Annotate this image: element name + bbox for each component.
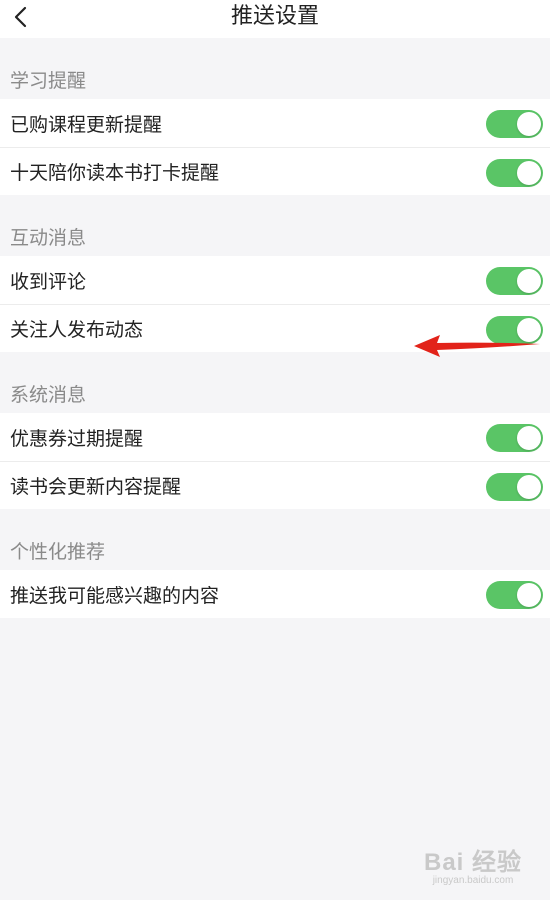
toggle-knob <box>517 475 541 499</box>
setting-row-interesting-content-push: 推送我可能感兴趣的内容 <box>0 570 550 618</box>
toggle-knob <box>517 112 541 136</box>
coupon-expiry-toggle[interactable] <box>486 424 543 452</box>
setting-row-coupon-expiry: 优惠券过期提醒 <box>0 413 550 461</box>
setting-label: 十天陪你读本书打卡提醒 <box>10 162 220 184</box>
setting-label: 推送我可能感兴趣的内容 <box>10 584 220 607</box>
book-club-update-toggle[interactable] <box>486 473 543 501</box>
toggle-knob <box>517 583 541 607</box>
section-header-personalized-recommendations: 个性化推荐 <box>10 541 106 563</box>
received-comments-toggle[interactable] <box>486 267 543 295</box>
section-header-study-reminders: 学习提醒 <box>10 70 87 92</box>
setting-row-purchased-course-update: 已购课程更新提醒 <box>0 99 550 147</box>
section-header-interaction-messages: 互动消息 <box>10 227 87 249</box>
setting-label: 已购课程更新提醒 <box>10 113 163 136</box>
settings-group-study-reminders: 已购课程更新提醒 十天陪你读本书打卡提醒 <box>0 99 550 195</box>
followed-user-posts-toggle[interactable] <box>486 316 543 344</box>
watermark-url-text: jingyan.baidu.com <box>432 875 514 886</box>
setting-row-book-club-update: 读书会更新内容提醒 <box>0 461 550 509</box>
settings-group-personalized-recommendations: 推送我可能感兴趣的内容 <box>0 570 550 618</box>
toggle-knob <box>517 426 541 450</box>
purchased-course-update-toggle[interactable] <box>486 110 543 138</box>
toggle-knob <box>517 161 541 185</box>
setting-label: 关注人发布动态 <box>10 319 144 341</box>
setting-label: 优惠券过期提醒 <box>10 427 144 450</box>
setting-label: 读书会更新内容提醒 <box>10 476 182 498</box>
setting-row-followed-user-posts: 关注人发布动态 <box>0 304 550 352</box>
watermark-logo-text: Bai 经验 <box>423 849 522 876</box>
ten-day-reading-checkin-toggle[interactable] <box>486 159 543 187</box>
setting-label: 收到评论 <box>10 270 87 293</box>
setting-row-ten-day-reading-checkin: 十天陪你读本书打卡提醒 <box>0 147 550 195</box>
interesting-content-push-toggle[interactable] <box>486 581 543 609</box>
page-title: 推送设置 <box>230 4 319 29</box>
settings-group-interaction-messages: 收到评论 关注人发布动态 <box>0 256 550 352</box>
setting-row-received-comments: 收到评论 <box>0 256 550 304</box>
settings-group-system-messages: 优惠券过期提醒 读书会更新内容提醒 <box>0 413 550 509</box>
baidu-jingyan-watermark: Bai 经验 jingyan.baidu.com <box>424 842 522 886</box>
navigation-bar: 推送设置 <box>0 0 550 38</box>
toggle-knob <box>517 269 541 293</box>
section-header-system-messages: 系统消息 <box>10 384 87 406</box>
toggle-knob <box>517 318 541 342</box>
